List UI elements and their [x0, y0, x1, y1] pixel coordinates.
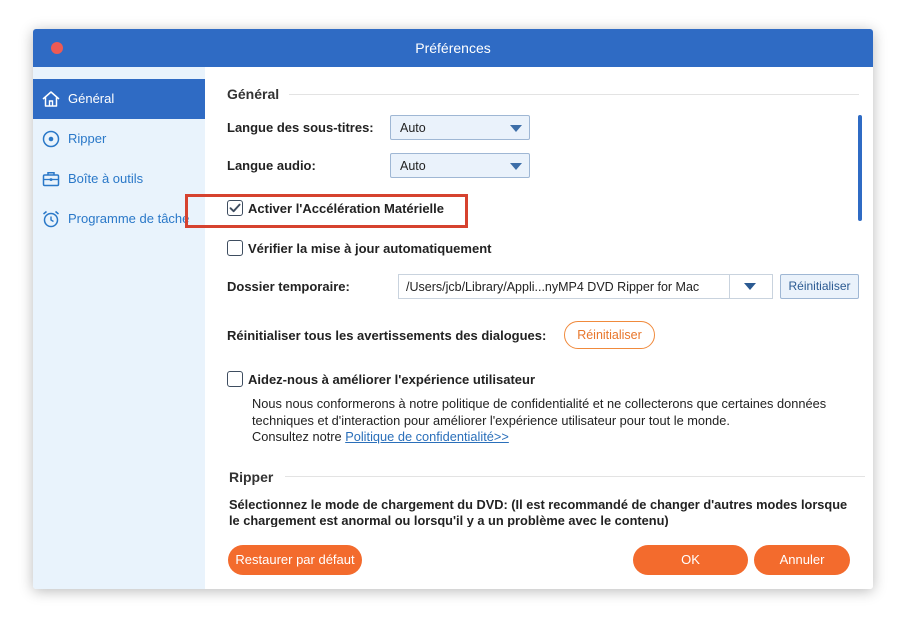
section-title-general: Général [227, 86, 280, 102]
ok-button[interactable]: OK [633, 545, 748, 575]
alarm-clock-icon [41, 209, 61, 229]
reset-warnings-label: Réinitialiser tous les avertissements de… [227, 328, 547, 343]
sidebar-item-label: Général [68, 91, 115, 106]
temp-folder-select[interactable]: /Users/jcb/Library/Appli...nyMP4 DVD Rip… [398, 274, 773, 299]
dvd-load-mode-text: Sélectionnez le mode de chargement du DV… [229, 497, 848, 527]
title-bar: Préférences [33, 29, 873, 67]
sidebar-item-task-schedule[interactable]: Programme de tâche [33, 199, 205, 239]
privacy-policy-link[interactable]: Politique de confidentialité>> [345, 429, 509, 444]
section-title-ripper: Ripper [229, 469, 274, 485]
disc-icon [41, 129, 61, 149]
chevron-down-icon [510, 163, 522, 170]
hardware-acceleration-checkbox[interactable] [227, 200, 243, 216]
chevron-down-icon [744, 283, 756, 290]
restore-defaults-button[interactable]: Restaurer par défaut [228, 545, 362, 575]
audio-language-value: Auto [400, 159, 426, 173]
home-icon [41, 89, 61, 109]
temp-folder-reset-button[interactable]: Réinitialiser [780, 274, 859, 299]
privacy-description: Nous nous conformerons à notre politique… [252, 396, 852, 446]
sidebar: Général Ripper Boîte à outils Programme … [33, 67, 205, 589]
sidebar-item-ripper[interactable]: Ripper [33, 119, 205, 159]
window-title: Préférences [415, 40, 491, 56]
hardware-acceleration-label: Activer l'Accélération Matérielle [248, 201, 445, 216]
privacy-consult-text: Consultez notre [252, 429, 346, 444]
sidebar-item-general[interactable]: Général [33, 79, 205, 119]
section-divider [285, 476, 865, 477]
section-divider [289, 94, 859, 95]
sidebar-item-label: Programme de tâche [68, 211, 190, 226]
improve-experience-label: Aidez-nous à améliorer l'expérience util… [248, 372, 536, 387]
temp-folder-label: Dossier temporaire: [227, 279, 350, 294]
subtitle-language-value: Auto [400, 121, 426, 135]
audio-language-label: Langue audio: [227, 158, 316, 173]
cancel-button[interactable]: Annuler [754, 545, 850, 575]
checkmark-icon [229, 203, 241, 213]
field-separator [729, 275, 730, 298]
sidebar-item-toolbox[interactable]: Boîte à outils [33, 159, 205, 199]
temp-folder-value: /Users/jcb/Library/Appli...nyMP4 DVD Rip… [406, 280, 700, 294]
subtitle-language-label: Langue des sous-titres: [227, 120, 374, 135]
auto-update-checkbox[interactable] [227, 240, 243, 256]
improve-experience-checkbox[interactable] [227, 371, 243, 387]
toolbox-icon [41, 169, 61, 189]
chevron-down-icon [510, 125, 522, 132]
sidebar-item-label: Ripper [68, 131, 107, 146]
scrollbar[interactable] [858, 115, 862, 221]
privacy-description-text: Nous nous conformerons à notre politique… [252, 396, 827, 428]
audio-language-select[interactable]: Auto [390, 153, 530, 178]
sidebar-item-label: Boîte à outils [68, 171, 144, 186]
reset-warnings-button[interactable]: Réinitialiser [564, 321, 655, 349]
subtitle-language-select[interactable]: Auto [390, 115, 530, 140]
auto-update-label: Vérifier la mise à jour automatiquement [248, 241, 492, 256]
